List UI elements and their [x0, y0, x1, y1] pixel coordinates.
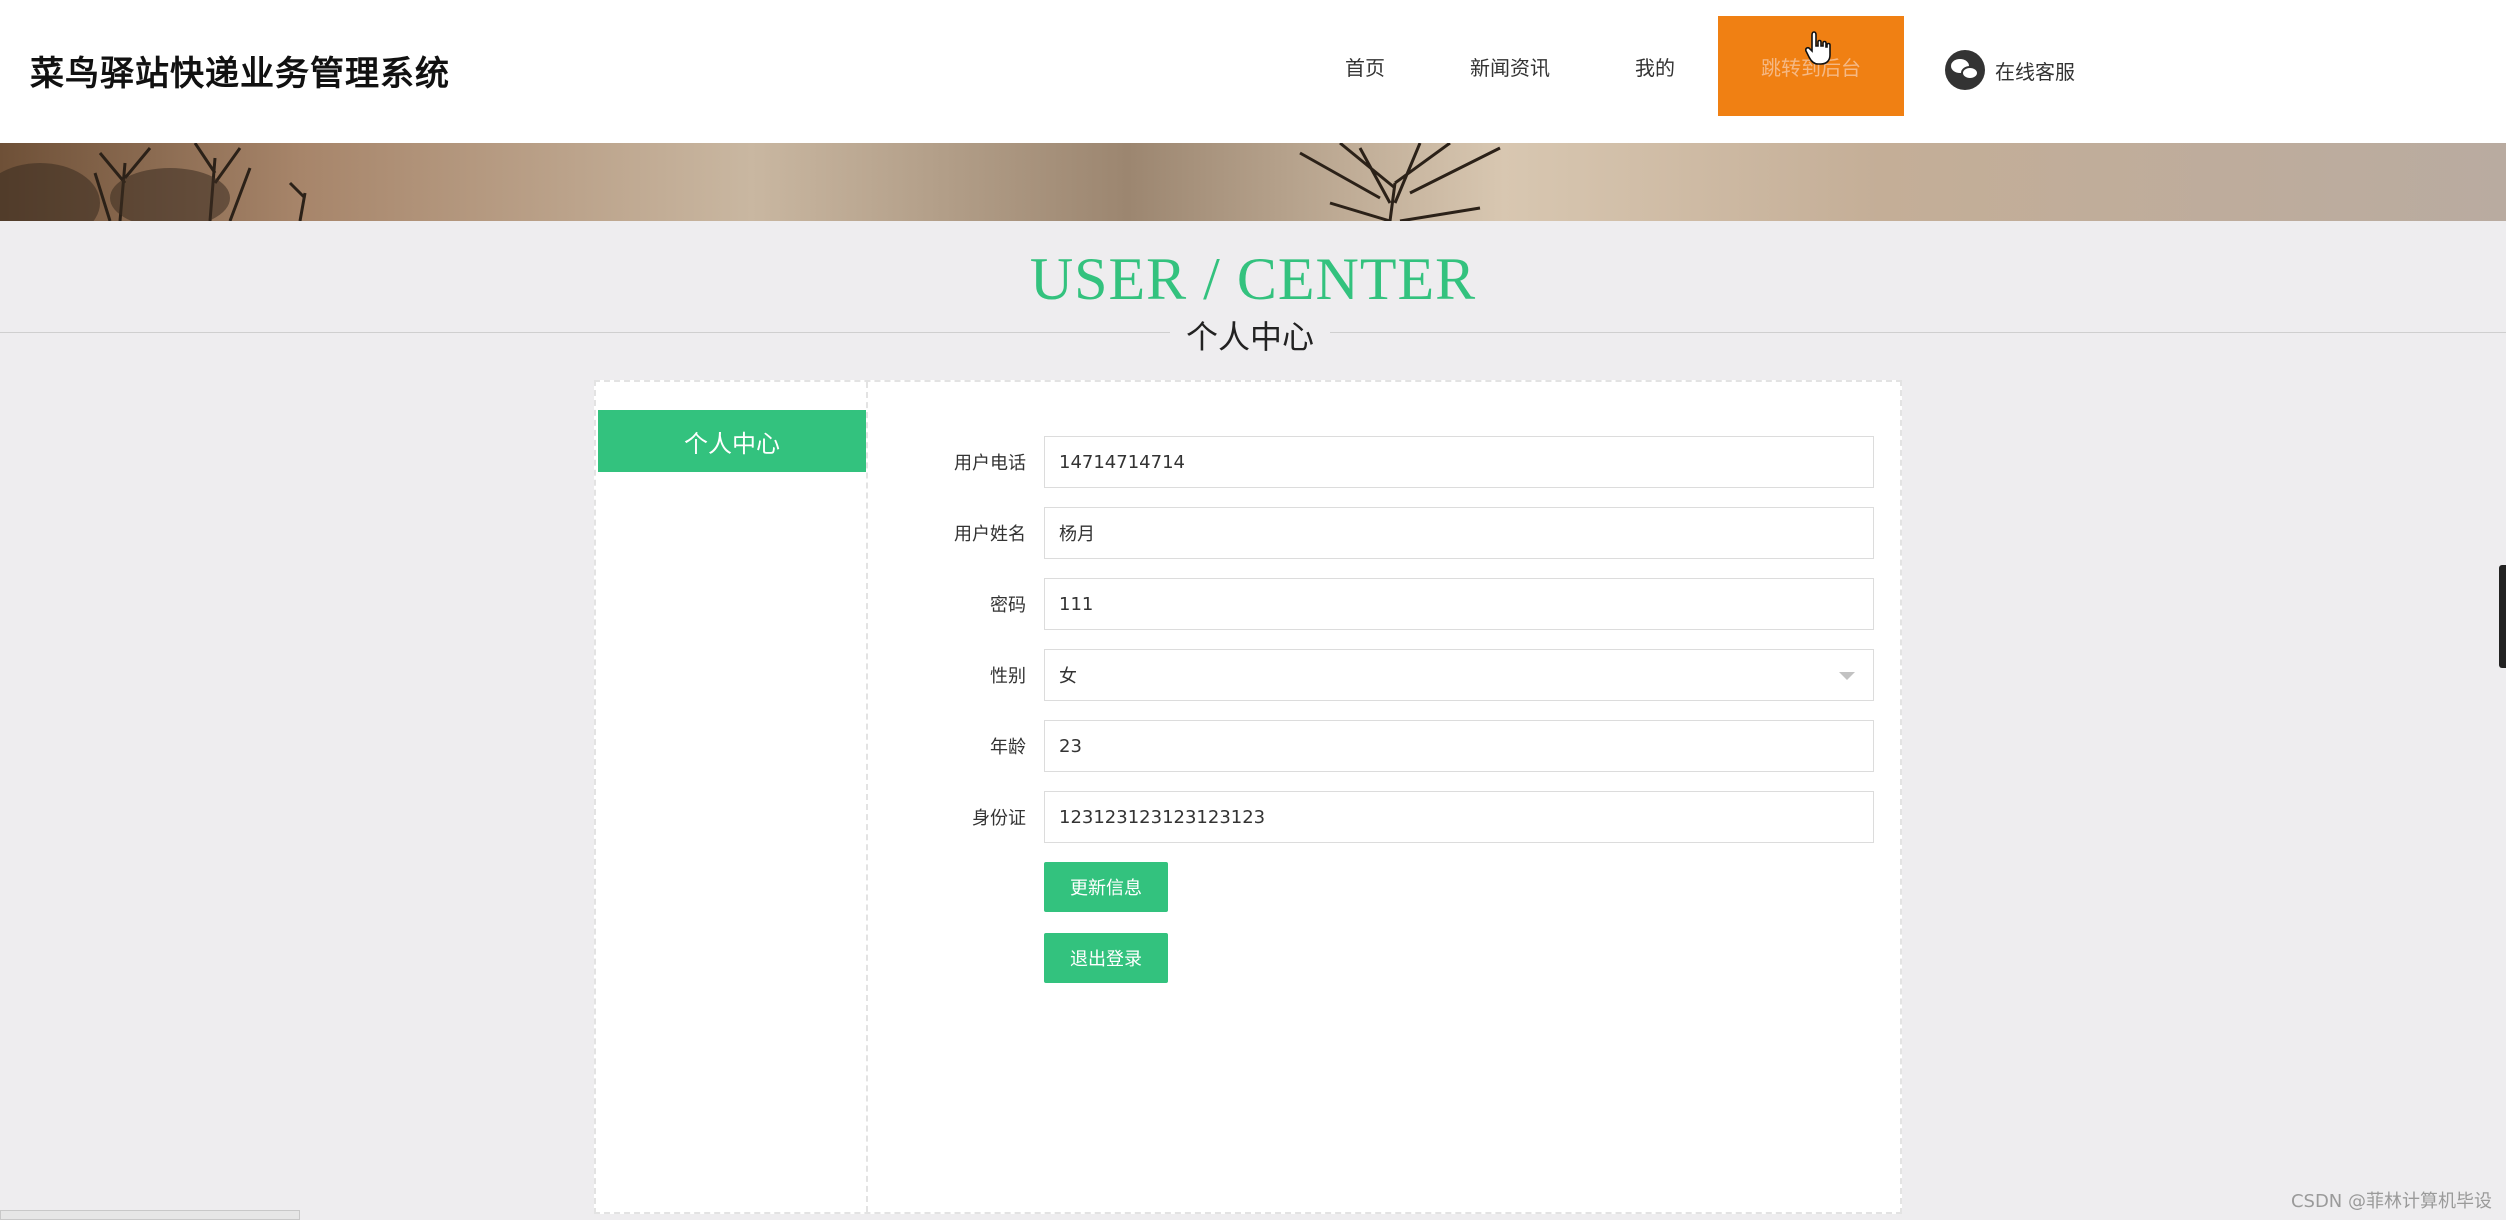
name-input[interactable]: 杨月	[1044, 507, 1874, 559]
form-row-gender: 性别 女	[896, 649, 1876, 701]
id-card-input[interactable]: 123123123123123123	[1044, 791, 1874, 843]
password-label: 密码	[990, 595, 1026, 616]
scrollbar-thumb[interactable]	[2499, 565, 2506, 668]
watermark: CSDN @菲林计算机毕设	[2290, 1191, 2492, 1212]
nav-mine[interactable]: 我的	[1615, 16, 1695, 116]
nav-home[interactable]: 首页	[1320, 16, 1410, 116]
phone-input[interactable]: 14714714714	[1044, 436, 1874, 488]
form-row-id-card: 身份证 123123123123123123	[896, 791, 1876, 843]
phone-label: 用户电话	[954, 453, 1026, 474]
site-logo: 菜鸟驿站快递业务管理系统	[30, 54, 450, 94]
gender-select[interactable]: 女	[1044, 649, 1874, 701]
section-title: USER / CENTER	[1029, 246, 1477, 312]
logout-button[interactable]: 退出登录	[1044, 933, 1168, 983]
gender-label: 性别	[990, 666, 1026, 687]
form-row-password: 密码 111	[896, 578, 1876, 630]
browser-status-bar	[0, 1210, 300, 1220]
form-row-name: 用户姓名 杨月	[896, 507, 1876, 559]
section-subtitle: 个人中心	[1170, 312, 1330, 358]
update-info-button[interactable]: 更新信息	[1044, 862, 1168, 912]
nav-online-service-label: 在线客服	[1995, 59, 2075, 84]
form-row-phone: 用户电话 14714714714	[896, 436, 1876, 488]
header: 菜鸟驿站快递业务管理系统 首页 新闻资讯 我的 跳转到后台 在线客服	[0, 0, 2506, 143]
user-center-panel: 个人中心 用户电话 14714714714 用户姓名 杨月 密码 111 性别 …	[594, 380, 1902, 1214]
form-row-age: 年龄 23	[896, 720, 1876, 772]
hand-cursor-icon	[1805, 31, 1831, 65]
gender-selected-value: 女	[1059, 666, 1077, 687]
wechat-icon	[1945, 50, 1985, 90]
id-card-label: 身份证	[972, 808, 1026, 829]
sidebar-item-personal-center[interactable]: 个人中心	[598, 410, 866, 472]
banner-trees	[0, 143, 1501, 221]
password-input[interactable]: 111	[1044, 578, 1874, 630]
chevron-down-icon	[1839, 672, 1855, 680]
nav-news[interactable]: 新闻资讯	[1450, 16, 1570, 116]
age-input[interactable]: 23	[1044, 720, 1874, 772]
side-menu: 个人中心	[596, 382, 868, 1212]
age-label: 年龄	[990, 737, 1026, 758]
name-label: 用户姓名	[954, 524, 1026, 545]
nav-online-service[interactable]: 在线客服	[1945, 40, 2075, 100]
banner-image	[0, 143, 2506, 221]
